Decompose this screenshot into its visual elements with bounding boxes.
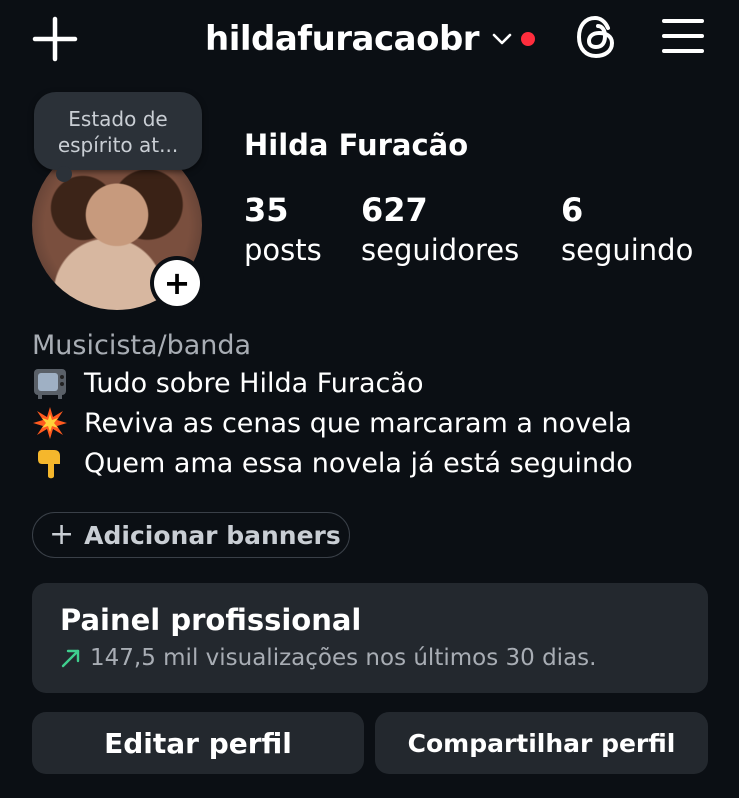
professional-dashboard[interactable]: Painel profissional 147,5 mil visualizaç… xyxy=(32,583,708,693)
top-bar: hildafuracaobr xyxy=(0,0,739,78)
menu-button[interactable] xyxy=(660,16,706,56)
panel-subtitle: 147,5 mil visualizações nos últimos 30 d… xyxy=(60,645,596,671)
threads-button[interactable] xyxy=(574,12,620,62)
stat-value: 35 xyxy=(244,191,289,229)
bio-line: Quem ama essa novela já está seguindo xyxy=(32,446,633,480)
bio-line: Reviva as cenas que marcaram a novela xyxy=(32,406,632,440)
stat-label: seguidores xyxy=(361,233,520,267)
stat-value: 627 xyxy=(361,191,428,229)
stat-following[interactable]: 6 seguindo xyxy=(561,190,693,270)
add-story-button[interactable]: + xyxy=(150,256,204,310)
display-name: Hilda Furacão xyxy=(244,128,469,162)
plus-icon: + xyxy=(49,517,75,552)
edit-profile-button[interactable]: Editar perfil xyxy=(32,712,364,774)
tv-icon xyxy=(34,369,66,399)
hamburger-menu-icon xyxy=(662,19,704,53)
threads-icon xyxy=(576,15,615,59)
chevron-down-icon xyxy=(492,33,512,45)
bio-text: Reviva as cenas que marcaram a novela xyxy=(84,407,632,439)
stat-followers[interactable]: 627 seguidores xyxy=(361,190,519,270)
note-text: Estado de espírito at... xyxy=(57,107,179,157)
plus-icon xyxy=(32,16,78,62)
collision-icon xyxy=(33,407,67,439)
stat-label: seguindo xyxy=(561,233,694,267)
stat-label: posts xyxy=(244,233,322,267)
pointing-down-icon xyxy=(38,450,60,479)
create-button[interactable] xyxy=(30,14,80,64)
trend-up-icon xyxy=(61,649,80,668)
views-summary: 147,5 mil visualizações nos últimos 30 d… xyxy=(90,645,597,671)
add-banners-label: Adicionar banners xyxy=(84,520,341,550)
bio-text: Tudo sobre Hilda Furacão xyxy=(84,367,424,399)
share-profile-button[interactable]: Compartilhar perfil xyxy=(375,712,708,774)
stat-value: 6 xyxy=(561,191,584,229)
panel-title: Painel profissional xyxy=(60,603,362,637)
edit-profile-label: Editar perfil xyxy=(104,726,292,760)
profile-category: Musicista/banda xyxy=(32,330,252,361)
share-profile-label: Compartilhar perfil xyxy=(407,728,676,758)
stat-posts[interactable]: 35 posts xyxy=(244,190,322,270)
username: hildafuracaobr xyxy=(205,19,480,59)
note-tail xyxy=(56,166,72,182)
account-switcher[interactable]: hildafuracaobr xyxy=(205,14,536,64)
bio-text: Quem ama essa novela já está seguindo xyxy=(84,447,633,479)
plus-icon: + xyxy=(154,260,200,306)
note-bubble[interactable]: Estado de espírito at... xyxy=(34,92,202,182)
notification-dot xyxy=(521,32,536,46)
add-banners-button[interactable]: + Adicionar banners xyxy=(32,512,350,558)
bio-line: Tudo sobre Hilda Furacão xyxy=(32,366,423,400)
